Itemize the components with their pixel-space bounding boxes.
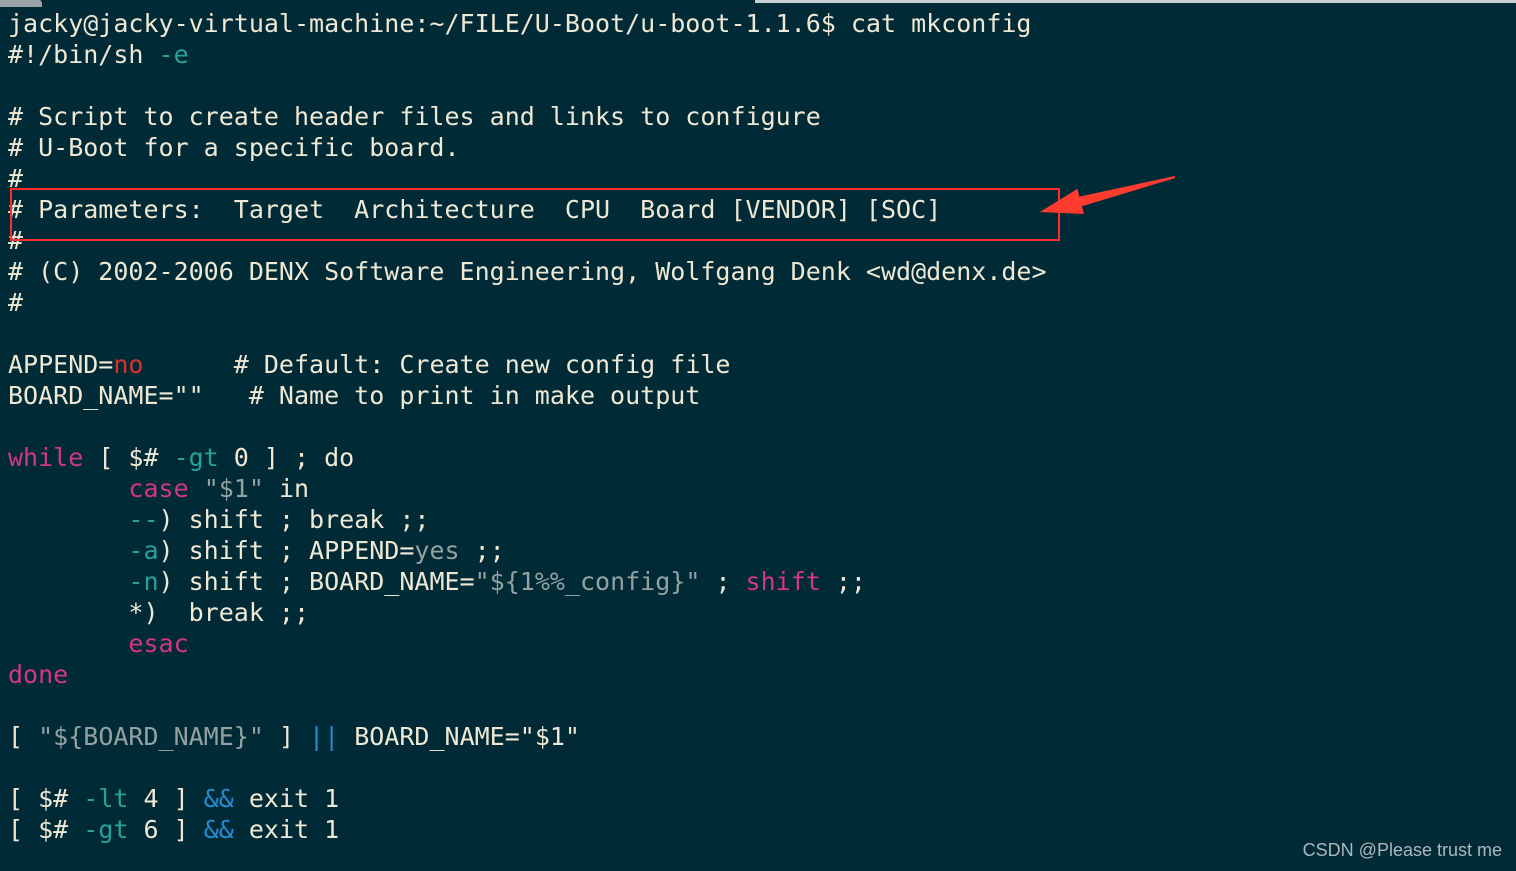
terminal-span: 4 ]	[128, 784, 204, 813]
terminal-span: [	[8, 722, 39, 751]
terminal-span: # Script to create header files and link…	[8, 102, 821, 131]
terminal-span: # Parameters: Target Architecture CPU Bo…	[8, 195, 942, 224]
terminal-span	[189, 474, 204, 503]
terminal-span: 0 ] ; do	[218, 443, 355, 472]
terminal-span: "${1%%_config}"	[474, 567, 701, 596]
terminal-span: ) shift ; APPEND=	[158, 536, 415, 565]
terminal-line: APPEND=no # Default: Create new config f…	[8, 349, 1508, 380]
terminal-span: -gt	[173, 443, 219, 472]
terminal-span: # (C) 2002-2006 DENX Software Engineerin…	[8, 257, 1047, 286]
terminal-span: #	[8, 226, 24, 255]
terminal-line: [ $# -gt 6 ] && exit 1	[8, 814, 1508, 845]
window-tab-stub-left[interactable]	[0, 0, 42, 7]
terminal-line: BOARD_NAME="" # Name to print in make ou…	[8, 380, 1508, 411]
terminal-span: jacky@jacky-virtual-machine:~/FILE/U-Boo…	[8, 9, 1032, 38]
terminal-line: -n) shift ; BOARD_NAME="${1%%_config}" ;…	[8, 566, 1508, 597]
terminal-span: no	[113, 350, 144, 379]
terminal-span: #	[8, 164, 24, 193]
terminal-span: shift	[745, 567, 821, 596]
terminal-line: done	[8, 659, 1508, 690]
terminal-span: done	[8, 660, 69, 689]
terminal-span	[8, 567, 128, 596]
terminal-span: while	[8, 443, 84, 472]
terminal-span: BOARD_NAME="" # Name to print in make ou…	[8, 381, 701, 410]
terminal-line: case "$1" in	[8, 473, 1508, 504]
terminal-line: #	[8, 287, 1508, 318]
terminal-line: # U-Boot for a specific board.	[8, 132, 1508, 163]
terminal-span: ) shift ; BOARD_NAME=	[158, 567, 475, 596]
terminal-line: *) break ;;	[8, 597, 1508, 628]
terminal-span: "$1"	[203, 474, 264, 503]
terminal-line: #	[8, 225, 1508, 256]
terminal-line: [ "${BOARD_NAME}" ] || BOARD_NAME="$1"	[8, 721, 1508, 752]
terminal-span: esac	[128, 629, 189, 658]
terminal-span: # U-Boot for a specific board.	[8, 133, 460, 162]
terminal-span	[8, 536, 128, 565]
terminal-span: # Default: Create new config file	[143, 350, 731, 379]
terminal-span: #!/bin/sh	[8, 40, 159, 69]
terminal-span: 6 ]	[128, 815, 204, 844]
terminal-line: --) shift ; break ;;	[8, 504, 1508, 535]
terminal-span: exit 1	[233, 784, 340, 813]
terminal-line: jacky@jacky-virtual-machine:~/FILE/U-Boo…	[8, 8, 1508, 39]
terminal-span: &&	[203, 784, 234, 813]
terminal-line: # Parameters: Target Architecture CPU Bo…	[8, 194, 1508, 225]
terminal-span: -n	[128, 567, 159, 596]
window-tab-strip-rule	[755, 0, 1516, 3]
terminal-span: ;;	[459, 536, 505, 565]
terminal-span: ]	[263, 722, 310, 751]
terminal-span: yes	[414, 536, 460, 565]
terminal-span: --	[128, 505, 159, 534]
terminal-line: -a) shift ; APPEND=yes ;;	[8, 535, 1508, 566]
terminal-span: APPEND=	[8, 350, 114, 379]
terminal-line: [ $# -lt 4 ] && exit 1	[8, 783, 1508, 814]
terminal-span: [ $#	[83, 443, 174, 472]
terminal-line: while [ $# -gt 0 ] ; do	[8, 442, 1508, 473]
terminal-span	[8, 505, 128, 534]
terminal-span: "${BOARD_NAME}"	[38, 722, 264, 751]
terminal-span: exit 1	[233, 815, 340, 844]
terminal-span: -lt	[83, 784, 129, 813]
terminal-span: BOARD_NAME="$1"	[339, 722, 580, 751]
terminal-span	[8, 629, 128, 658]
terminal-line: # Script to create header files and link…	[8, 101, 1508, 132]
terminal-span: &&	[203, 815, 234, 844]
terminal-span: *) break ;;	[8, 598, 310, 627]
terminal-line: esac	[8, 628, 1508, 659]
terminal-span: ;	[700, 567, 746, 596]
terminal-span: ) shift ; break ;;	[158, 505, 430, 534]
terminal-line: #	[8, 163, 1508, 194]
terminal-span: in	[263, 474, 310, 503]
terminal-span: [ $#	[8, 815, 84, 844]
terminal-line: # (C) 2002-2006 DENX Software Engineerin…	[8, 256, 1508, 287]
terminal-span: ||	[309, 722, 340, 751]
terminal-span: [ $#	[8, 784, 84, 813]
terminal-span: -a	[128, 536, 159, 565]
terminal-span	[8, 474, 128, 503]
terminal-span: #	[8, 288, 24, 317]
csdn-watermark: CSDN @Please trust me	[1302, 840, 1502, 860]
terminal-span: ;;	[820, 567, 866, 596]
terminal-output[interactable]: jacky@jacky-virtual-machine:~/FILE/U-Boo…	[8, 8, 1508, 845]
terminal-span: case	[128, 474, 189, 503]
terminal-line: #!/bin/sh -e	[8, 39, 1508, 70]
terminal-span: -e	[158, 40, 189, 69]
terminal-window: jacky@jacky-virtual-machine:~/FILE/U-Boo…	[0, 0, 1516, 871]
terminal-span: -gt	[83, 815, 129, 844]
